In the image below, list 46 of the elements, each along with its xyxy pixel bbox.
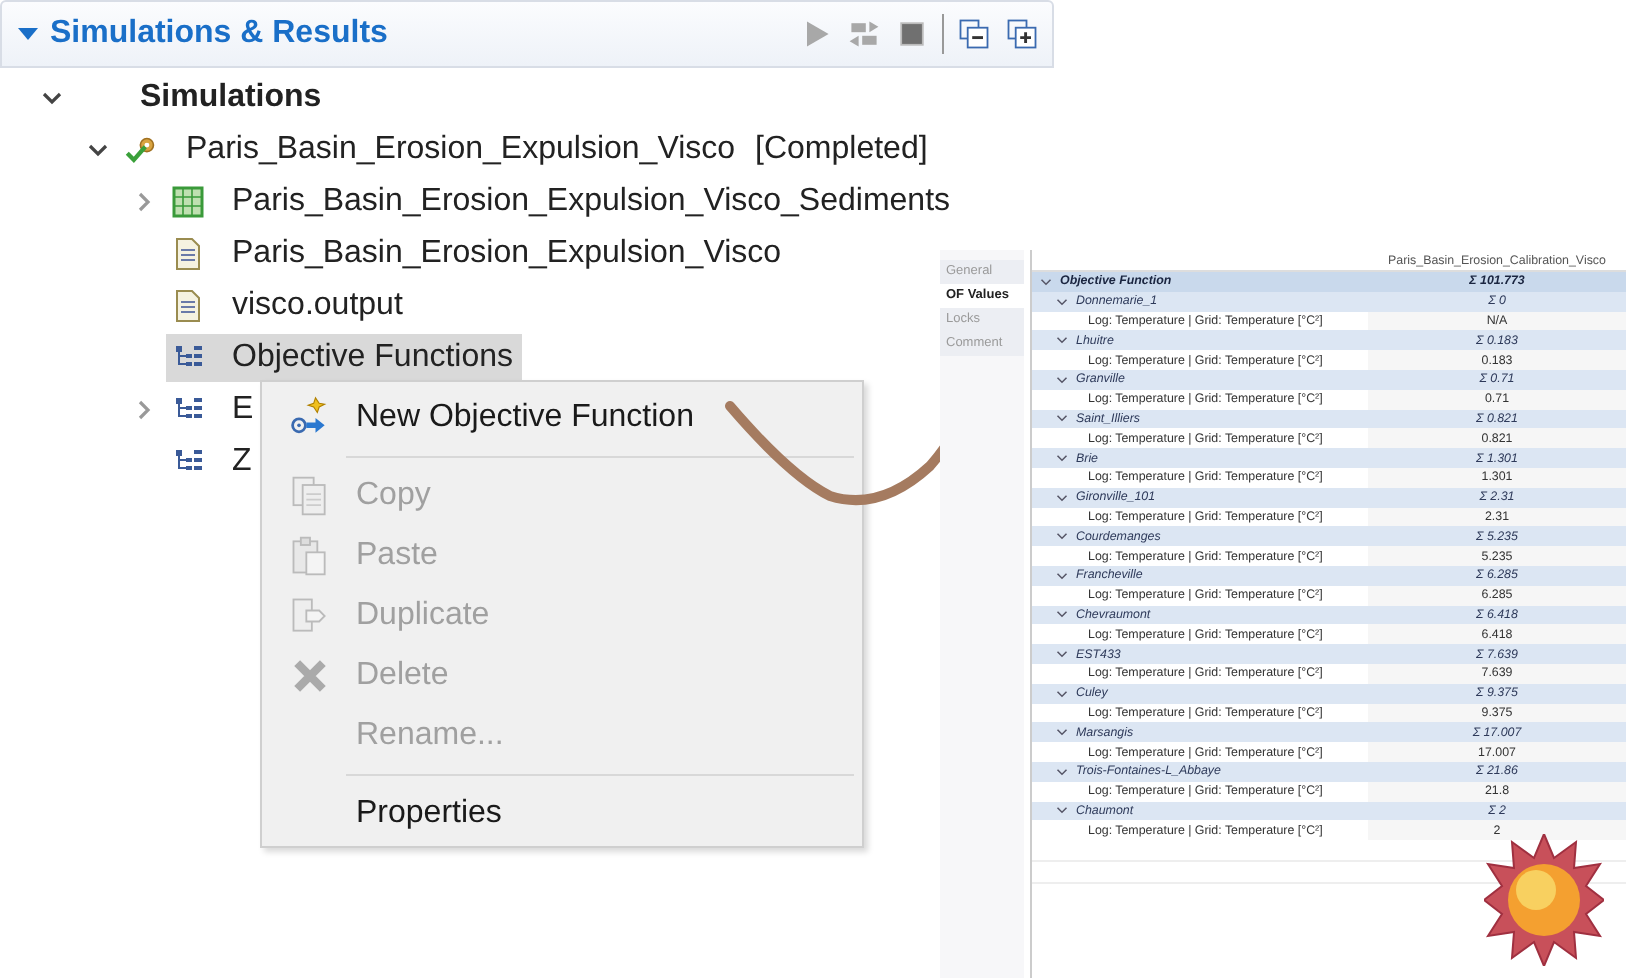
chevron-down-icon[interactable] bbox=[1056, 648, 1068, 661]
tree-item-label: Z bbox=[232, 444, 252, 480]
expand-all-icon[interactable] bbox=[1004, 16, 1040, 52]
tree-item[interactable]: Paris_Basin_Erosion_Expulsion_Visco_Sediments bbox=[166, 178, 959, 226]
chevron-down-icon[interactable] bbox=[1056, 412, 1068, 425]
tree-item[interactable]: E bbox=[166, 386, 262, 434]
chevron-down-icon[interactable] bbox=[1056, 373, 1068, 386]
sun-sticker-drawing bbox=[1484, 834, 1604, 966]
copy-icon bbox=[287, 474, 331, 518]
panel-title: Simulations & Results bbox=[50, 16, 388, 52]
chevron-down-icon[interactable] bbox=[1056, 804, 1068, 817]
tree-item-label: visco.output bbox=[232, 288, 403, 324]
status-label: [Completed] bbox=[755, 132, 928, 168]
chevron-down-icon[interactable] bbox=[1056, 530, 1068, 543]
tree-item[interactable]: Paris_Basin_Erosion_Expulsion_Visco [Completed] bbox=[120, 126, 936, 174]
chevron-down-icon[interactable] bbox=[1056, 687, 1068, 700]
tree-item[interactable]: Z bbox=[166, 438, 260, 486]
tree-item[interactable]: Paris_Basin_Erosion_Expulsion_Visco bbox=[166, 230, 790, 278]
grid-icon bbox=[170, 184, 206, 220]
chevron-down-icon[interactable] bbox=[1056, 608, 1068, 621]
menu-item[interactable]: New Objective Function bbox=[262, 388, 862, 448]
tree-item-label: Objective Functions bbox=[232, 340, 514, 376]
tree-item-label: Paris_Basin_Erosion_Expulsion_Visco_Sediments bbox=[232, 184, 951, 220]
document-icon bbox=[170, 236, 206, 272]
tree-item-label: E bbox=[232, 392, 254, 428]
chevron-down-icon[interactable] bbox=[1056, 452, 1068, 465]
tree-item-label: Paris_Basin_Erosion_Expulsion_Visco bbox=[232, 236, 782, 272]
chevron-down-icon[interactable] bbox=[1056, 295, 1068, 308]
chevron-down-icon[interactable] bbox=[1056, 569, 1068, 582]
collapse-triangle-icon[interactable] bbox=[18, 24, 38, 44]
tree-item[interactable]: Objective Functions bbox=[166, 334, 522, 382]
chevron-down-icon[interactable] bbox=[1056, 334, 1068, 347]
menu-item[interactable]: Properties bbox=[262, 784, 862, 844]
tree-item[interactable]: Simulations bbox=[74, 74, 330, 122]
chevron-down-icon[interactable] bbox=[1040, 275, 1052, 288]
gear-check-icon bbox=[124, 132, 160, 168]
collapse-all-icon[interactable] bbox=[956, 16, 992, 52]
paste-icon bbox=[287, 534, 331, 578]
chevron-down-icon[interactable] bbox=[1056, 726, 1068, 739]
tree-item[interactable]: visco.output bbox=[166, 282, 411, 330]
tree-item-label: Paris_Basin_Erosion_Expulsion_Visco bbox=[186, 132, 736, 168]
chevron-down-icon[interactable] bbox=[1056, 765, 1068, 778]
chevron-down-icon[interactable] bbox=[1056, 491, 1068, 504]
duplicate-icon bbox=[287, 594, 331, 638]
tree-item-label: Simulations bbox=[140, 80, 322, 116]
document-icon bbox=[170, 288, 206, 324]
